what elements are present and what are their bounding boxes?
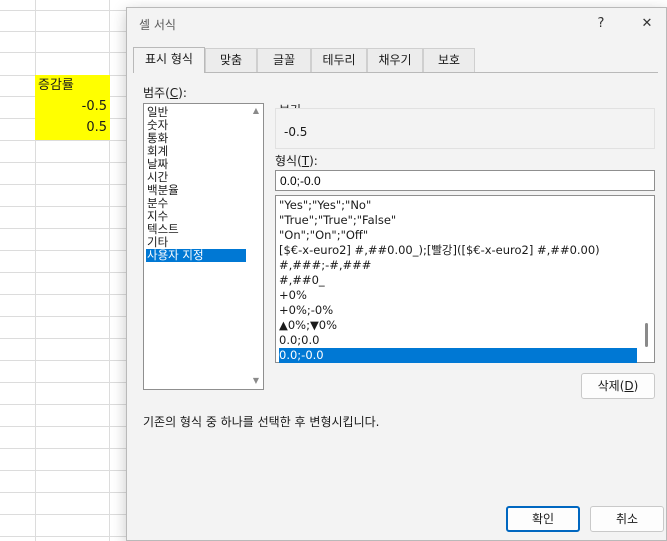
category-item-selected[interactable]: 사용자 지정: [146, 249, 246, 262]
sheet-cell-value[interactable]: 0.5: [35, 118, 110, 140]
format-cells-dialog: 셀 서식 ? ✕ 표시 형식 맞춤 글꼴 테두리 채우기 보호 범주(C): 일…: [126, 7, 667, 541]
tab-alignment[interactable]: 맞춤: [205, 48, 257, 72]
sample-box: -0.5: [275, 108, 655, 149]
tab-font[interactable]: 글꼴: [257, 48, 311, 72]
category-label: 범주(C):: [143, 86, 187, 100]
ok-button[interactable]: 확인: [506, 506, 580, 532]
format-item[interactable]: +0%: [279, 288, 307, 303]
tab-number-format[interactable]: 표시 형식: [133, 47, 205, 73]
close-icon[interactable]: ✕: [629, 8, 665, 40]
format-list[interactable]: "Yes";"Yes";"No" "True";"True";"False" "…: [275, 195, 655, 363]
format-item[interactable]: [$€-x-euro2] #,##0.00_);[빨강]([$€-x-euro2…: [279, 243, 600, 258]
format-item[interactable]: #,##0_: [279, 273, 325, 288]
format-type-input[interactable]: [275, 170, 655, 191]
delete-button[interactable]: 삭제(D): [581, 373, 655, 399]
cancel-button[interactable]: 취소: [590, 506, 664, 532]
sample-value: -0.5: [284, 125, 308, 139]
title-bar: 셀 서식 ? ✕: [127, 8, 666, 40]
format-item[interactable]: 0.0;0.0: [279, 333, 319, 348]
category-list[interactable]: 일반 숫자 통화 회계 날짜 시간 백분율 분수 지수 텍스트 기타 사용자 지…: [143, 103, 264, 390]
tab-border[interactable]: 테두리: [311, 48, 367, 72]
format-item[interactable]: #,###;-#,###: [279, 258, 371, 273]
format-list-scrollbar-thumb[interactable]: [645, 323, 648, 347]
tab-divider: [133, 72, 658, 73]
description-text: 기존의 형식 중 하나를 선택한 후 변형시킵니다.: [143, 415, 380, 429]
format-type-label: 형식(T):: [275, 154, 318, 168]
format-item[interactable]: "On";"On";"Off": [279, 228, 368, 243]
format-item[interactable]: "Yes";"Yes";"No": [279, 198, 371, 213]
dialog-title: 셀 서식: [139, 18, 176, 32]
format-item[interactable]: ▲0%;▼0%: [279, 318, 337, 333]
sheet-cell-header[interactable]: 증감률: [35, 75, 110, 97]
triangle-down-icon[interactable]: ▼: [250, 376, 262, 385]
question-mark-icon[interactable]: ?: [583, 8, 619, 40]
tab-fill[interactable]: 채우기: [367, 48, 423, 72]
triangle-up-icon[interactable]: ▲: [250, 106, 262, 115]
format-item[interactable]: +0%;-0%: [279, 303, 333, 318]
format-item[interactable]: "True";"True";"False": [279, 213, 396, 228]
tab-protection[interactable]: 보호: [423, 48, 475, 72]
format-item-selected[interactable]: 0.0;-0.0: [279, 348, 637, 363]
sheet-cell-value[interactable]: -0.5: [35, 97, 110, 118]
